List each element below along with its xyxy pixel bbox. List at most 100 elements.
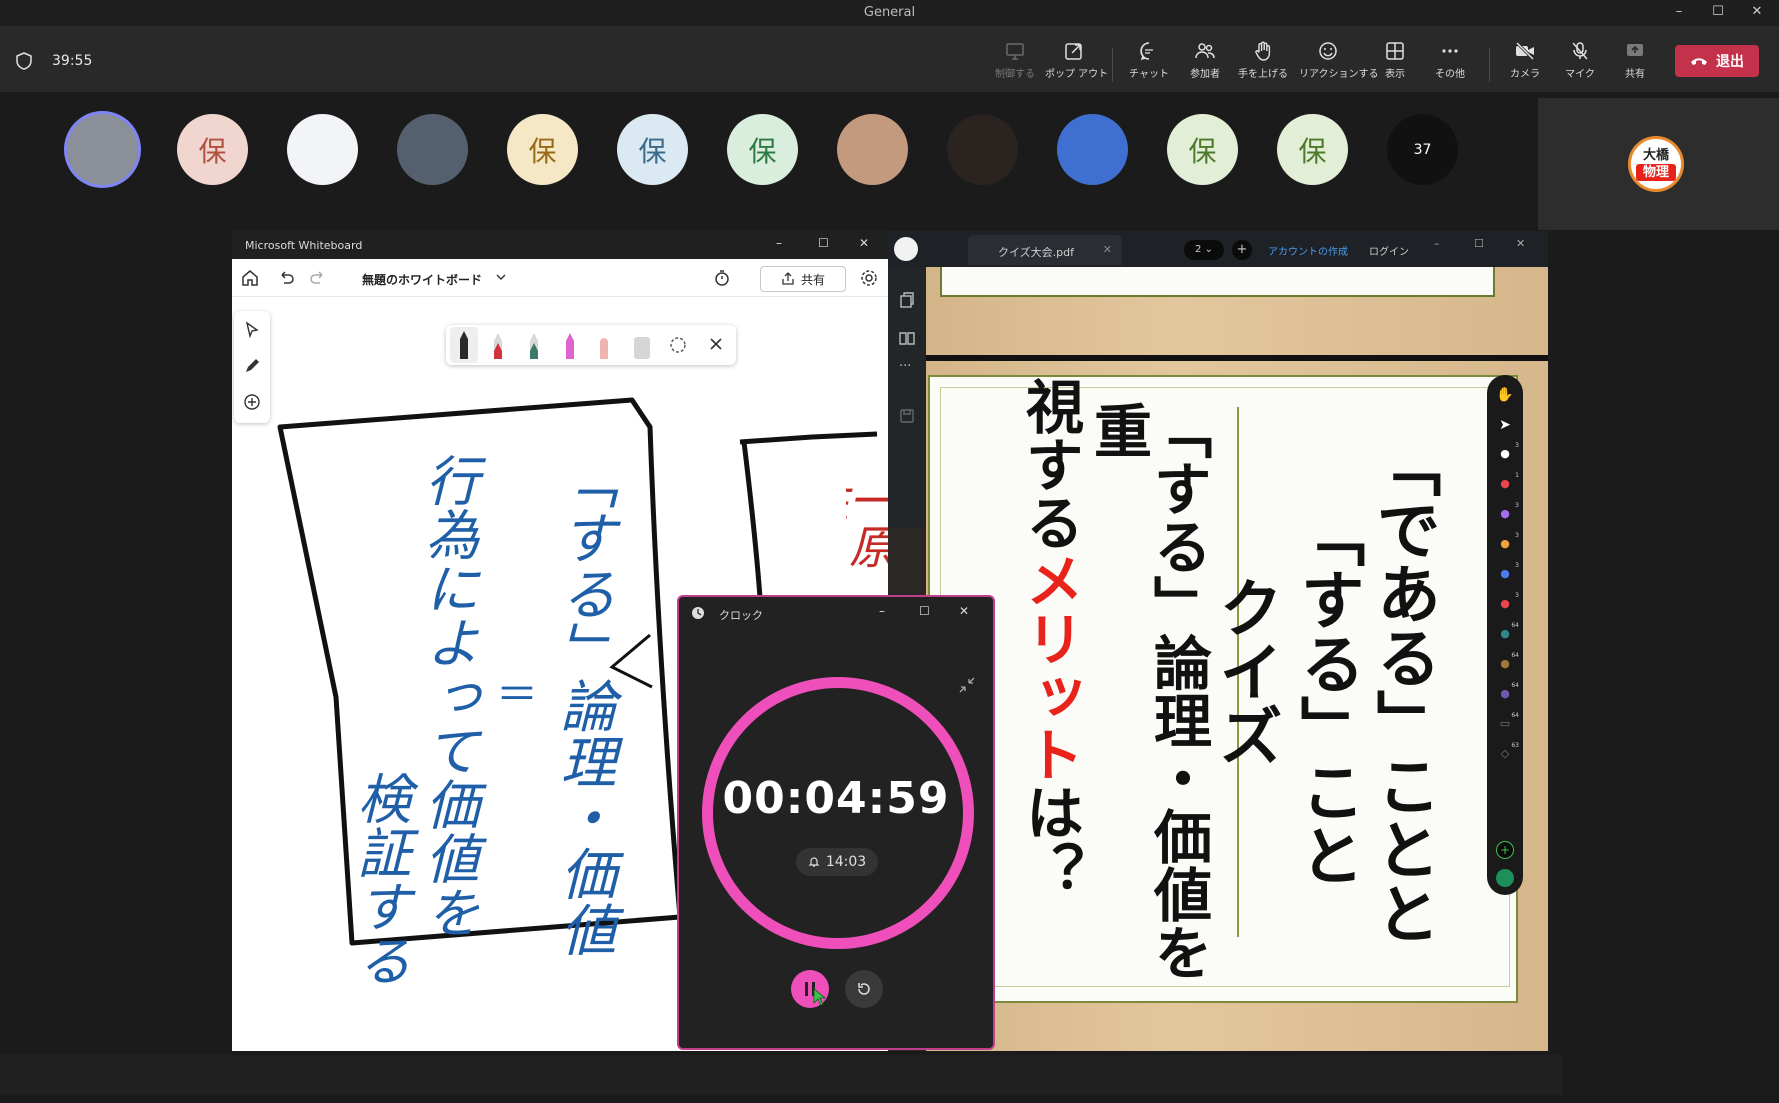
toolbar-separator (1112, 48, 1113, 82)
chat-icon (1140, 42, 1153, 61)
share-button[interactable]: 共有 (1606, 40, 1664, 88)
popout-button[interactable]: ポップ アウト (1045, 40, 1108, 88)
annotation-pen-icon[interactable]: ◇ 63 (1495, 742, 1519, 767)
timer-alarm-badge: 14:03 (796, 848, 878, 876)
chat-button[interactable]: チャット (1120, 40, 1178, 88)
share-tray-icon (1627, 44, 1643, 56)
minimize-icon[interactable]: – (1664, 2, 1694, 24)
undo-icon[interactable] (276, 268, 296, 288)
home-icon[interactable] (240, 268, 260, 288)
board-name[interactable]: 無題のホワイトボード (362, 271, 482, 288)
page-indicator[interactable]: 2 ⌄ (1184, 240, 1224, 260)
participant-avatar[interactable] (1057, 114, 1128, 185)
view-button[interactable]: 表示 (1366, 40, 1424, 88)
reset-button[interactable] (845, 970, 883, 1008)
minimize-icon[interactable]: – (776, 236, 782, 250)
self-avatar-line1: 大橋 (1642, 148, 1669, 163)
pointer-tool-icon[interactable]: ➤ (1495, 417, 1515, 437)
annotation-pen-icon[interactable]: ● 3 (1495, 502, 1519, 527)
maximize-icon[interactable]: ☐ (919, 604, 930, 618)
pause-button[interactable] (791, 970, 829, 1008)
leave-label: 退出 (1716, 54, 1744, 70)
add-page-button[interactable]: + (1232, 240, 1252, 260)
annotation-pen-icon[interactable]: ● 64 (1495, 622, 1519, 647)
compact-mode-icon[interactable] (959, 677, 975, 693)
annotation-pen-icon[interactable]: ● 64 (1495, 652, 1519, 677)
question-highlight: メリット (1016, 551, 1084, 783)
close-icon[interactable]: ✕ (959, 604, 969, 618)
maximize-icon[interactable]: ☐ (1474, 237, 1484, 250)
more-participants-count[interactable]: 37 (1387, 114, 1458, 185)
participant-avatar[interactable]: 保 (507, 114, 578, 185)
annotation-pen-icon[interactable]: ▭ 64 (1495, 712, 1519, 737)
participant-avatar[interactable]: 保 (617, 114, 688, 185)
people-button[interactable]: 参加者 (1176, 40, 1234, 88)
participant-avatar[interactable] (947, 114, 1018, 185)
hand-tool-icon[interactable]: ✋ (1495, 387, 1515, 407)
camera-button[interactable]: カメラ (1496, 40, 1554, 88)
minimize-icon[interactable]: – (1434, 237, 1440, 250)
more-icon (1442, 49, 1458, 53)
maximize-icon[interactable]: ☐ (818, 236, 829, 250)
minimize-icon[interactable]: – (879, 604, 885, 618)
annotation-pen-icon[interactable]: ● 64 (1495, 682, 1519, 707)
react-button[interactable]: リアクションする (1299, 40, 1379, 88)
mic-button[interactable]: マイク (1551, 40, 1609, 88)
settings-gear-icon[interactable] (859, 268, 879, 288)
annotation-pen-icon[interactable]: ● 1 (1495, 472, 1519, 497)
people-label: 参加者 (1190, 69, 1220, 80)
reset-icon (858, 983, 870, 995)
avatar-initial: 保 (748, 134, 777, 168)
leave-button[interactable]: 退出 (1675, 45, 1759, 77)
participant-avatar[interactable] (67, 114, 138, 185)
tool-badge: 63 (1511, 742, 1519, 749)
pages-icon[interactable] (898, 291, 916, 309)
ink-text-card2: 一原性 (846, 477, 892, 569)
close-icon[interactable]: ✕ (1516, 237, 1525, 250)
participant-avatar[interactable]: 保 (727, 114, 798, 185)
whiteboard-share-button[interactable]: 共有 (760, 266, 846, 292)
close-icon[interactable]: ✕ (859, 236, 869, 250)
annotation-pen-icon[interactable]: ● 3 (1495, 442, 1519, 467)
annotation-pen-icon[interactable]: ● 3 (1495, 592, 1519, 617)
ink-text-equals: ＝ (496, 670, 539, 719)
maximize-icon[interactable]: ☐ (1703, 2, 1733, 24)
annotation-pen-icon[interactable]: ● 3 (1495, 532, 1519, 557)
participant-avatar[interactable] (287, 114, 358, 185)
clock-title-bar: クロック – ☐ ✕ (679, 597, 993, 629)
window-title: General (863, 5, 916, 20)
page-divider (926, 355, 1548, 361)
clock-app-title: クロック (719, 609, 763, 622)
pdf-tab[interactable]: クイズ大会.pdf ✕ (968, 235, 1122, 265)
login-link[interactable]: ログイン (1369, 243, 1409, 258)
add-tool-button[interactable]: + (1496, 841, 1514, 859)
chevron-down-icon[interactable] (494, 270, 508, 284)
tool-badge: 3 (1515, 502, 1519, 509)
participant-avatar[interactable]: 保 (1277, 114, 1348, 185)
quiz-title-line1: 「である」ことと (1366, 433, 1440, 945)
participant-avatar[interactable]: 保 (1167, 114, 1238, 185)
more-icon[interactable]: ··· (899, 359, 911, 374)
close-icon[interactable]: ✕ (1742, 2, 1772, 24)
close-icon[interactable]: ✕ (1103, 243, 1112, 256)
create-account-link[interactable]: アカウントの作成 (1268, 243, 1348, 258)
participant-avatar[interactable] (397, 114, 468, 185)
share-label: 共有 (1625, 69, 1645, 80)
whiteboard-title-bar: Microsoft Whiteboard – ☐ ✕ (232, 231, 888, 259)
more-button[interactable]: その他 (1421, 40, 1479, 88)
redo-icon[interactable] (308, 268, 328, 288)
smiley-icon (1319, 42, 1337, 60)
app-menu-icon[interactable] (1496, 869, 1514, 887)
participant-avatar[interactable] (837, 114, 908, 185)
raise-hand-button[interactable]: 手を上げる (1234, 40, 1292, 88)
participant-avatar[interactable]: 保 (177, 114, 248, 185)
self-video-tile[interactable]: 大橋 物理 (1538, 98, 1779, 230)
annotation-pen-icon[interactable]: ● 3 (1495, 562, 1519, 587)
save-icon[interactable] (898, 407, 916, 425)
clock-app-icon (692, 607, 704, 619)
pdf-title-bar: クイズ大会.pdf ✕ 2 ⌄ + アカウントの作成 ログイン – ☐ ✕ (888, 231, 1548, 267)
quiz-title-line3: クイズ (1208, 575, 1282, 767)
stop-present-button[interactable]: 制御する (986, 40, 1044, 88)
timer-icon[interactable] (712, 268, 732, 288)
book-icon[interactable] (898, 329, 916, 347)
